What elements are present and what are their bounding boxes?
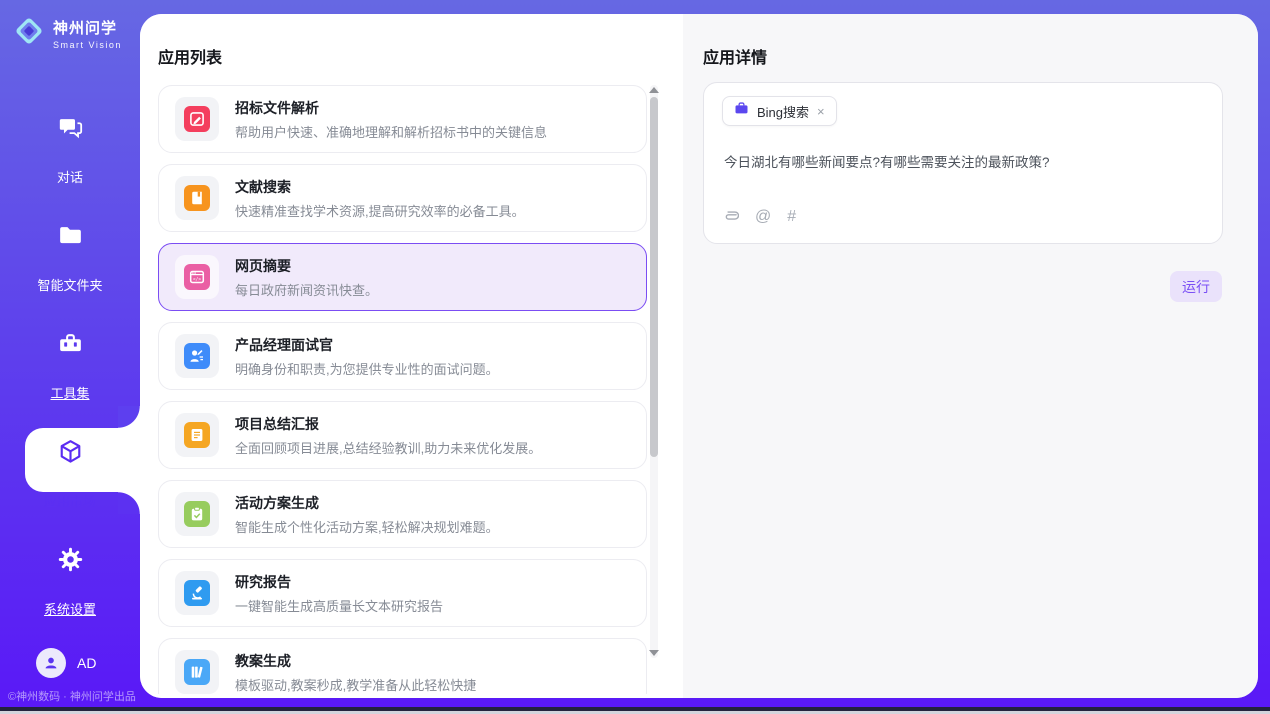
sidebar-item-label: 应用市场 — [44, 491, 96, 510]
app-detail-title: 应用详情 — [703, 44, 767, 68]
chat-icon — [0, 112, 140, 142]
tender-parse-icon — [184, 106, 210, 132]
folder-icon — [0, 220, 140, 250]
user-account[interactable]: AD — [36, 648, 96, 678]
brand-tagline: Smart Vision — [53, 40, 122, 50]
app-card[interactable]: 活动方案生成 智能生成个性化活动方案,轻松解决规划难题。 — [158, 480, 647, 548]
at-mention-icon[interactable]: @ — [755, 209, 771, 225]
app-card-desc: 全面回顾项目进展,总结经验教训,助力未来优化发展。 — [235, 438, 541, 457]
lesson-plan-icon — [184, 659, 210, 685]
scroll-down-arrow[interactable] — [649, 650, 659, 656]
app-list: 招标文件解析 帮助用户快速、准确地理解和解析招标书中的关键信息 文献搜索 快速精… — [158, 85, 647, 694]
user-name: AD — [77, 655, 96, 671]
brand-logo: 神州问学 Smart Vision — [12, 14, 122, 53]
app-card[interactable]: 研究报告 一键智能生成高质量长文本研究报告 — [158, 559, 647, 627]
sidebar-item-settings[interactable]: 系统设置 — [0, 544, 140, 619]
web-summary-icon: </> — [184, 264, 210, 290]
app-card[interactable]: 产品经理面试官 明确身份和职责,为您提供专业性的面试问题。 — [158, 322, 647, 390]
avatar — [36, 648, 66, 678]
gear-icon — [0, 544, 140, 574]
app-card-desc: 快速精准查找学术资源,提高研究效率的必备工具。 — [235, 201, 525, 220]
toolbox-icon — [0, 328, 140, 358]
paperclip-icon[interactable] — [723, 206, 739, 228]
app-card-desc: 智能生成个性化活动方案,轻松解决规划难题。 — [235, 517, 499, 536]
sidebar-item-label: 智能文件夹 — [37, 275, 102, 294]
pm-interviewer-icon — [184, 343, 210, 369]
briefcase-icon — [734, 101, 749, 121]
app-card-title: 网页摘要 — [235, 256, 378, 276]
app-card-title: 文献搜索 — [235, 177, 525, 197]
literature-search-icon — [184, 185, 210, 211]
tool-chip-bing-search[interactable]: Bing搜索 × — [722, 96, 837, 126]
cube-icon — [0, 436, 140, 466]
app-card-title: 招标文件解析 — [235, 98, 547, 118]
attachment-toolbar: @ # — [723, 206, 796, 228]
copyright-text: ©神州数码 · 神州问学出品 — [8, 688, 140, 704]
sidebar-item-chat[interactable]: 对话 — [0, 112, 140, 187]
app-card[interactable]: 教案生成 模板驱动,教案秒成,教学准备从此轻松快捷 — [158, 638, 647, 694]
app-card-desc: 模板驱动,教案秒成,教学准备从此轻松快捷 — [235, 675, 476, 694]
app-card-desc: 一键智能生成高质量长文本研究报告 — [235, 596, 443, 615]
app-list-title: 应用列表 — [158, 44, 222, 68]
sidebar-item-app-market[interactable]: 应用市场 — [0, 436, 140, 511]
app-card[interactable]: 项目总结汇报 全面回顾项目进展,总结经验教训,助力未来优化发展。 — [158, 401, 647, 469]
main-content-card: 应用列表 招标文件解析 帮助用户快速、准确地理解和解析招标书中的关键信息 文献搜… — [140, 14, 1258, 698]
scrollbar-thumb[interactable] — [650, 97, 658, 457]
app-card-title: 活动方案生成 — [235, 493, 499, 513]
project-summary-icon — [184, 422, 210, 448]
sidebar-item-label: 系统设置 — [44, 599, 96, 618]
app-card-desc: 帮助用户快速、准确地理解和解析招标书中的关键信息 — [235, 122, 547, 141]
app-card-title: 教案生成 — [235, 651, 476, 671]
app-card-desc: 明确身份和职责,为您提供专业性的面试问题。 — [235, 359, 499, 378]
app-card-desc: 每日政府新闻资讯快查。 — [235, 280, 378, 299]
research-report-icon — [184, 580, 210, 606]
chip-close-icon[interactable]: × — [817, 104, 825, 119]
app-card[interactable]: 文献搜索 快速精准查找学术资源,提高研究效率的必备工具。 — [158, 164, 647, 232]
sidebar-item-smart-folder[interactable]: 智能文件夹 — [0, 220, 140, 295]
sidebar-item-label: 工具集 — [50, 383, 89, 402]
app-card-title: 产品经理面试官 — [235, 335, 499, 355]
app-card-title: 项目总结汇报 — [235, 414, 541, 434]
tool-chip-label: Bing搜索 — [757, 102, 809, 121]
prompt-card: Bing搜索 × 今日湖北有哪些新闻要点?有哪些需要关注的最新政策? @ # — [703, 82, 1223, 244]
app-card[interactable]: </> 网页摘要 每日政府新闻资讯快查。 — [158, 243, 647, 311]
app-list-panel: 应用列表 招标文件解析 帮助用户快速、准确地理解和解析招标书中的关键信息 文献搜… — [140, 14, 683, 698]
svg-text:</>: </> — [193, 276, 202, 282]
hash-tag-icon[interactable]: # — [787, 209, 796, 225]
app-card-title: 研究报告 — [235, 572, 443, 592]
sidebar: 神州问学 Smart Vision 对话 智能文件夹 — [0, 0, 140, 714]
diamond-logo-icon — [12, 14, 46, 53]
scroll-up-arrow[interactable] — [649, 87, 659, 93]
prompt-input[interactable]: 今日湖北有哪些新闻要点?有哪些需要关注的最新政策? — [724, 153, 1206, 173]
sidebar-item-toolset[interactable]: 工具集 — [0, 328, 140, 403]
app-card[interactable]: 招标文件解析 帮助用户快速、准确地理解和解析招标书中的关键信息 — [158, 85, 647, 153]
run-button[interactable]: 运行 — [1170, 271, 1222, 302]
brand-name: 神州问学 — [53, 17, 122, 38]
app-detail-panel: 应用详情 Bing搜索 × 今日湖北有哪些新闻要点?有哪些需要关注的最新政策? — [683, 14, 1258, 698]
app-list-scrollbar[interactable] — [650, 85, 658, 658]
sidebar-item-label: 对话 — [57, 167, 83, 186]
event-plan-icon — [184, 501, 210, 527]
